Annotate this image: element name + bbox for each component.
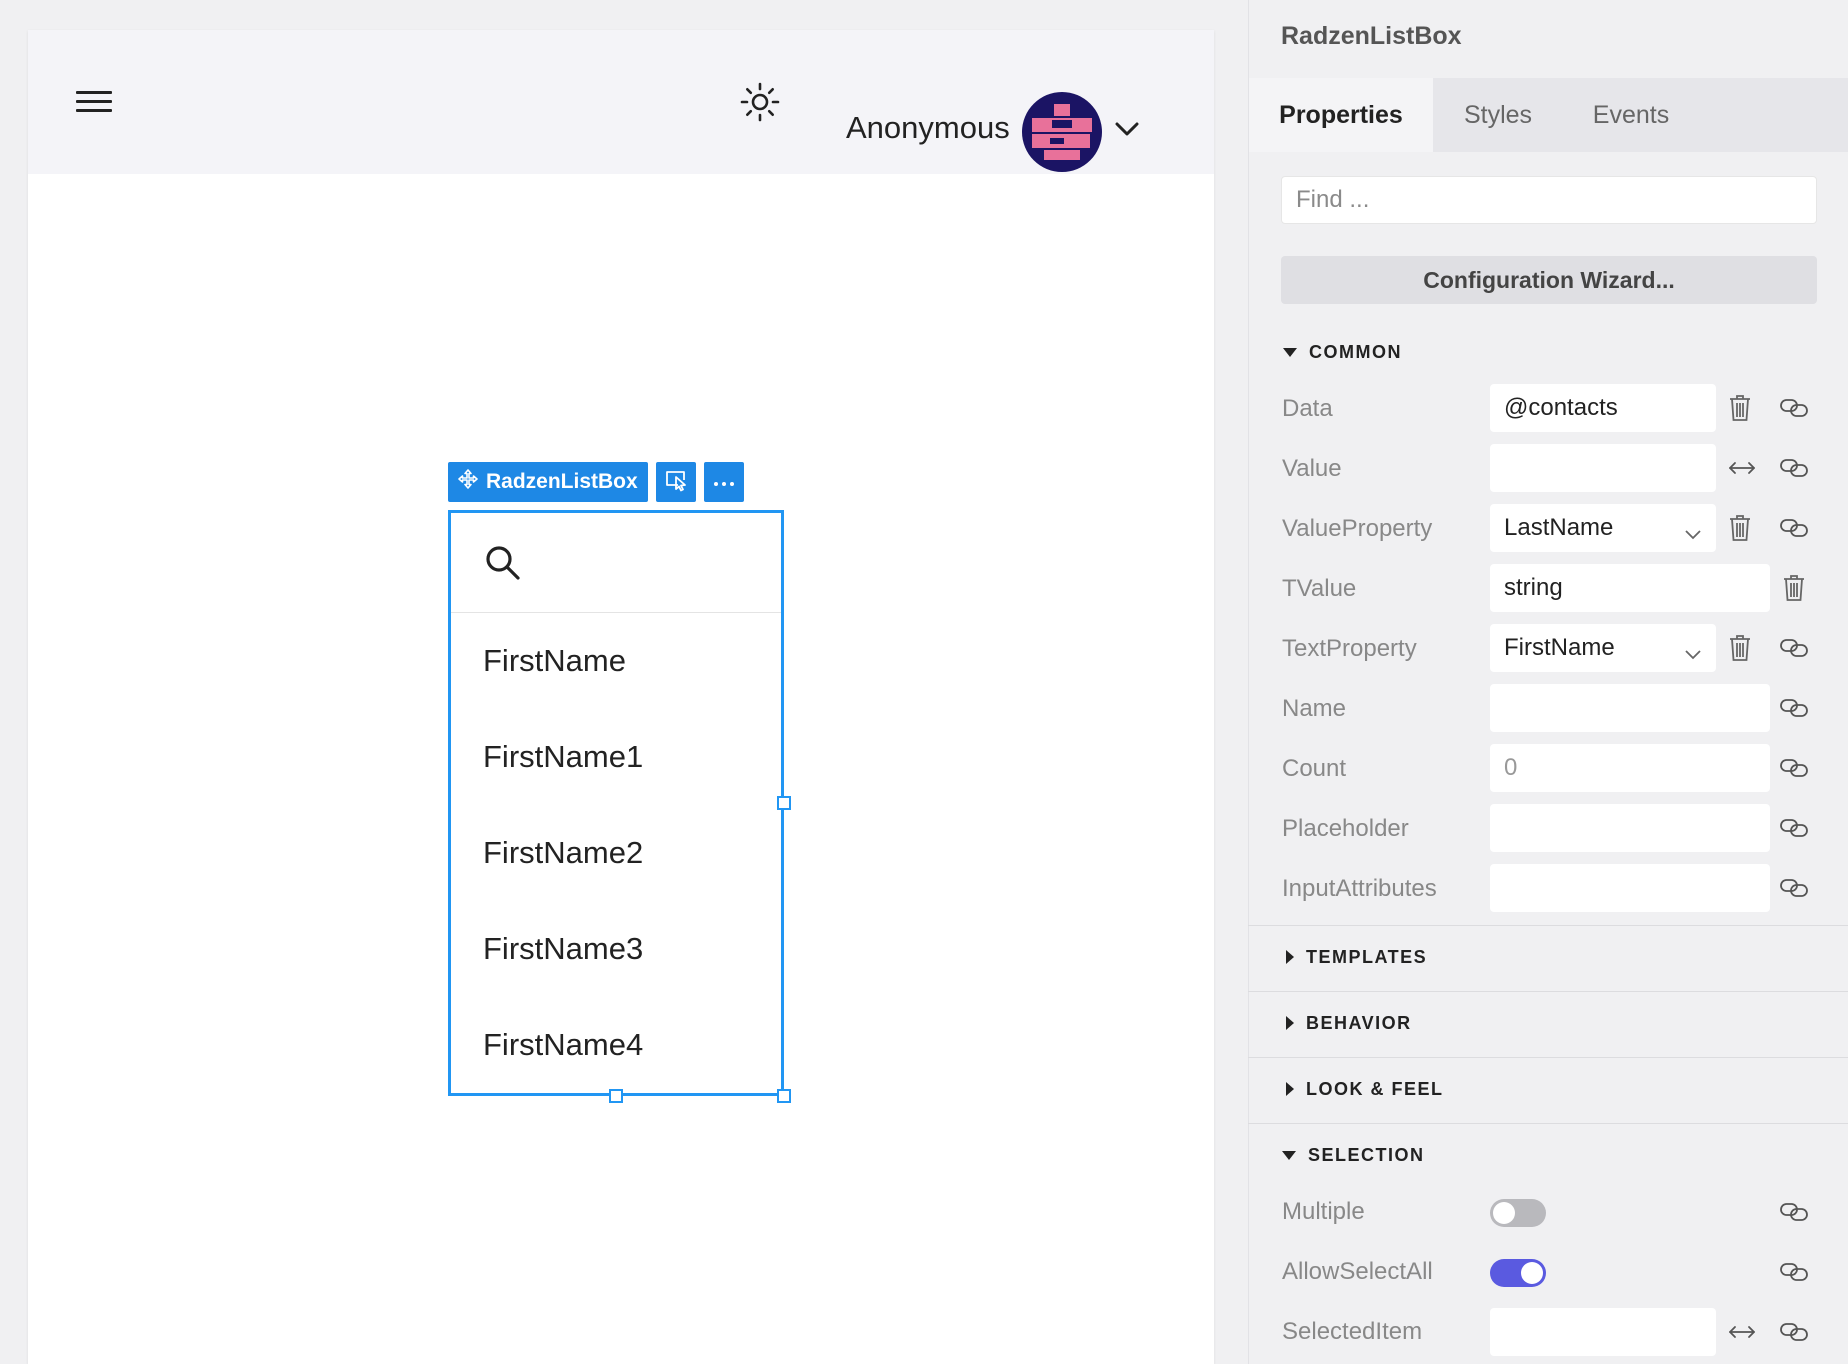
- trash-icon[interactable]: [1778, 572, 1810, 604]
- move-icon: [458, 469, 478, 495]
- name-field[interactable]: [1490, 684, 1770, 732]
- link-icon[interactable]: [1778, 392, 1810, 424]
- list-item[interactable]: FirstName: [483, 643, 626, 683]
- panel-tabs: Properties Styles Events: [1249, 78, 1848, 152]
- sun-icon[interactable]: [738, 80, 782, 124]
- prop-label: TValue: [1282, 575, 1357, 602]
- allowselectall-toggle[interactable]: [1490, 1259, 1546, 1287]
- tab-styles[interactable]: Styles: [1433, 78, 1563, 152]
- link-icon[interactable]: [1778, 1256, 1810, 1288]
- panel-title: RadzenListBox: [1281, 22, 1462, 50]
- resize-handle-corner[interactable]: [777, 1089, 791, 1103]
- tab-properties[interactable]: Properties: [1249, 78, 1433, 152]
- two-way-bind-icon[interactable]: [1726, 452, 1758, 484]
- section-divider: [1248, 925, 1848, 926]
- menu-icon[interactable]: [76, 88, 114, 118]
- link-icon[interactable]: [1778, 812, 1810, 844]
- ellipsis-icon: [712, 473, 736, 492]
- two-way-bind-icon[interactable]: [1726, 1316, 1758, 1348]
- valueproperty-dropdown[interactable]: LastName: [1490, 504, 1716, 552]
- section-divider: [1248, 1057, 1848, 1058]
- search-icon: [483, 543, 523, 583]
- list-item[interactable]: FirstName3: [483, 931, 643, 971]
- prop-label: TextProperty: [1282, 635, 1417, 662]
- component-tag-label: RadzenListBox: [486, 470, 638, 493]
- chevron-down-icon[interactable]: [1112, 114, 1142, 144]
- list-item[interactable]: FirstName1: [483, 739, 643, 779]
- user-name[interactable]: Anonymous: [846, 106, 1010, 150]
- listbox-search[interactable]: [451, 513, 781, 613]
- section-divider: [1248, 991, 1848, 992]
- textproperty-dropdown[interactable]: FirstName: [1490, 624, 1716, 672]
- placeholder-field[interactable]: [1490, 804, 1770, 852]
- chevron-down-icon: [1684, 640, 1702, 660]
- prop-label: InputAttributes: [1282, 875, 1437, 902]
- data-field[interactable]: @contacts: [1490, 384, 1716, 432]
- link-icon[interactable]: [1778, 632, 1810, 664]
- prop-label: Value: [1282, 455, 1342, 482]
- prop-label: AllowSelectAll: [1282, 1258, 1433, 1285]
- find-input[interactable]: [1281, 176, 1817, 224]
- component-tag[interactable]: RadzenListBox: [448, 462, 648, 502]
- caret-right-icon: [1286, 950, 1294, 964]
- multiple-toggle[interactable]: [1490, 1199, 1546, 1227]
- prop-label: Multiple: [1282, 1198, 1365, 1225]
- prop-label: Name: [1282, 695, 1347, 722]
- trash-icon[interactable]: [1724, 392, 1756, 424]
- section-label: SELECTION: [1308, 1144, 1425, 1165]
- trash-icon[interactable]: [1724, 632, 1756, 664]
- list-item[interactable]: FirstName2: [483, 835, 643, 875]
- listbox[interactable]: FirstName FirstName1 FirstName2 FirstNam…: [448, 510, 784, 1096]
- section-divider: [1248, 1123, 1848, 1124]
- selecteditem-field[interactable]: [1490, 1308, 1716, 1356]
- resize-handle-bottom[interactable]: [609, 1089, 623, 1103]
- section-look-feel[interactable]: LOOK & FEEL: [1286, 1074, 1444, 1104]
- prop-label: Data: [1282, 395, 1333, 422]
- tvalue-field[interactable]: string: [1490, 564, 1770, 612]
- design-canvas[interactable]: Anonymous RadzenListBox FirstName FirstN…: [28, 30, 1214, 1364]
- resize-handle-right[interactable]: [777, 796, 791, 810]
- link-icon[interactable]: [1778, 512, 1810, 544]
- caret-down-icon: [1283, 347, 1297, 357]
- link-icon[interactable]: [1778, 452, 1810, 484]
- caret-down-icon: [1282, 1150, 1296, 1160]
- caret-right-icon: [1286, 1082, 1294, 1096]
- toggle-knob: [1521, 1262, 1543, 1284]
- link-icon[interactable]: [1778, 692, 1810, 724]
- prop-label: Count: [1282, 755, 1347, 782]
- chevron-down-icon: [1684, 520, 1702, 540]
- select-parent-button[interactable]: [656, 462, 696, 502]
- section-behavior[interactable]: BEHAVIOR: [1286, 1008, 1412, 1038]
- avatar[interactable]: [1022, 92, 1102, 172]
- prop-label: Placeholder: [1282, 815, 1409, 842]
- section-selection[interactable]: SELECTION: [1282, 1140, 1425, 1170]
- link-icon[interactable]: [1778, 752, 1810, 784]
- select-cursor-icon: [664, 468, 688, 496]
- dropdown-value: LastName: [1504, 514, 1614, 541]
- prop-label: SelectedItem: [1282, 1318, 1423, 1345]
- section-label: BEHAVIOR: [1306, 1012, 1412, 1033]
- app-header: Anonymous: [28, 30, 1214, 174]
- dropdown-value: FirstName: [1504, 634, 1615, 661]
- tab-events[interactable]: Events: [1563, 78, 1699, 152]
- inputattributes-field[interactable]: [1490, 864, 1770, 912]
- trash-icon[interactable]: [1724, 512, 1756, 544]
- list-item[interactable]: FirstName4: [483, 1027, 643, 1067]
- configuration-wizard-button[interactable]: Configuration Wizard...: [1281, 256, 1817, 304]
- section-label: LOOK & FEEL: [1306, 1078, 1444, 1099]
- section-common[interactable]: COMMON: [1283, 337, 1402, 367]
- caret-right-icon: [1286, 1016, 1294, 1030]
- toggle-knob: [1493, 1202, 1515, 1224]
- link-icon[interactable]: [1778, 1196, 1810, 1228]
- link-icon[interactable]: [1778, 872, 1810, 904]
- count-field[interactable]: 0: [1490, 744, 1770, 792]
- section-label: TEMPLATES: [1306, 946, 1428, 967]
- link-icon[interactable]: [1778, 1316, 1810, 1348]
- value-field[interactable]: [1490, 444, 1716, 492]
- section-label: COMMON: [1309, 341, 1402, 362]
- more-options-button[interactable]: [704, 462, 744, 502]
- section-templates[interactable]: TEMPLATES: [1286, 942, 1427, 972]
- prop-label: ValueProperty: [1282, 515, 1433, 542]
